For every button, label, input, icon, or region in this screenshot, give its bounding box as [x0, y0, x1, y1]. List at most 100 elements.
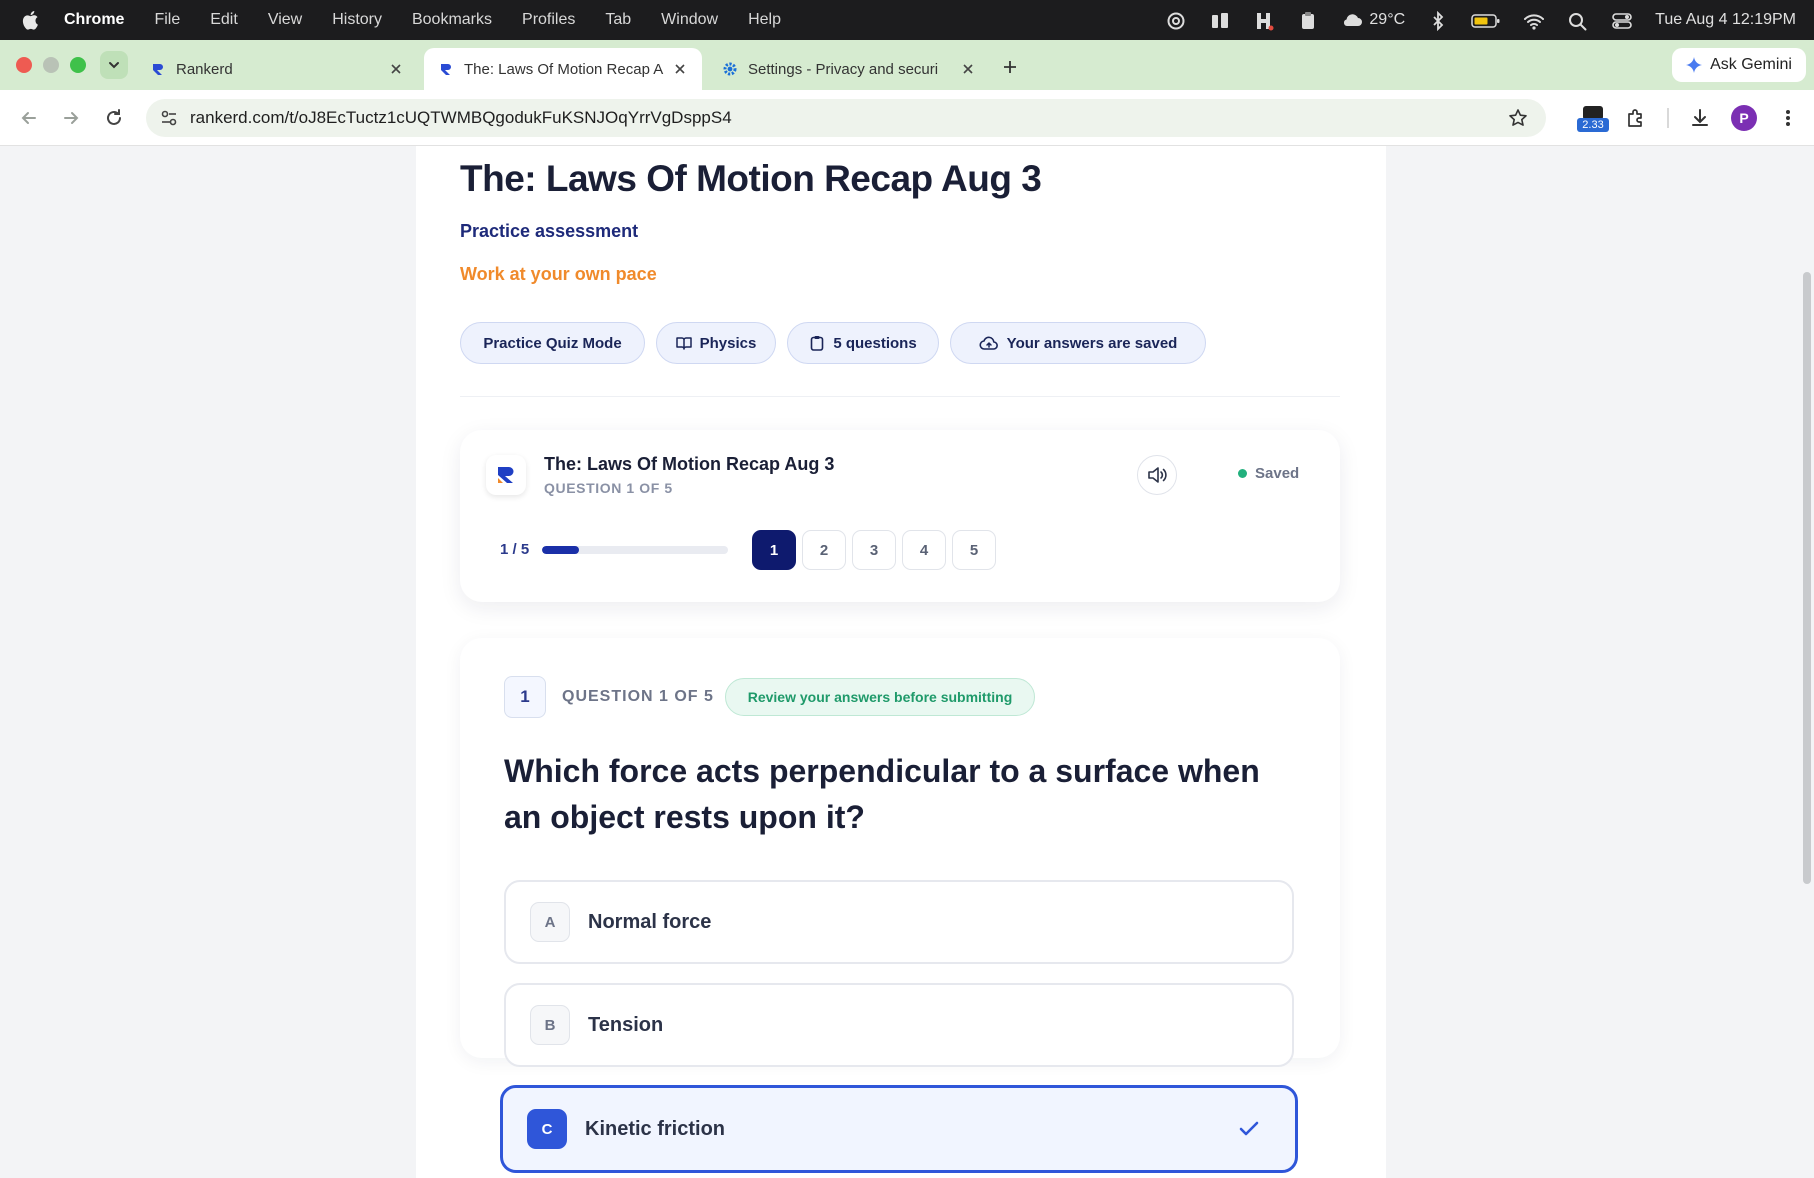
menu-app-name[interactable]: Chrome [64, 11, 124, 29]
menu-view[interactable]: View [268, 11, 302, 29]
people-icon[interactable] [1209, 11, 1231, 29]
menu-tab[interactable]: Tab [605, 11, 631, 29]
pace-note: Work at your own pace [460, 264, 657, 284]
close-icon[interactable] [388, 61, 404, 77]
ask-gemini-button[interactable]: Ask Gemini [1672, 48, 1806, 82]
answer-option-b[interactable]: B Tension [504, 983, 1294, 1067]
question-nav-4[interactable]: 4 [902, 530, 946, 570]
minimize-window-button[interactable] [43, 57, 59, 73]
question-counter: QUESTION 1 OF 5 [562, 688, 714, 705]
question-nav-2[interactable]: 2 [802, 530, 846, 570]
review-reminder-chip: Review your answers before submitting [725, 678, 1035, 716]
scrollbar-thumb[interactable] [1803, 272, 1811, 884]
toolbar-divider [1667, 108, 1669, 128]
forward-button[interactable] [58, 105, 84, 131]
macos-menu-bar: Chrome File Edit View History Bookmarks … [0, 0, 1814, 40]
gear-icon [722, 61, 738, 77]
tab-rankerd[interactable]: Rankerd [136, 48, 418, 90]
menu-file[interactable]: File [154, 11, 180, 29]
new-tab-button[interactable] [998, 55, 1022, 79]
close-icon[interactable] [672, 61, 688, 77]
progress-bar-fill [542, 546, 580, 554]
question-text: Which force acts perpendicular to a surf… [504, 753, 1260, 835]
address-bar[interactable]: rankerd.com/t/oJ8EcTuctz1cUQTWMBQgodukFu… [146, 99, 1546, 137]
tab-search-button[interactable] [100, 51, 128, 79]
menu-help[interactable]: Help [748, 11, 781, 29]
plus-icon [1002, 59, 1018, 75]
extensions-puzzle-icon[interactable] [1622, 104, 1650, 132]
checkmark-icon [1237, 1117, 1261, 1141]
bookmark-star-icon[interactable] [1506, 106, 1530, 130]
clipboard-app-icon[interactable] [1297, 11, 1319, 29]
menu-history[interactable]: History [332, 11, 382, 29]
control-center-icon[interactable] [1611, 11, 1633, 29]
extension-badge-button[interactable]: 2.33 [1577, 106, 1609, 132]
tab-title: The: Laws Of Motion Recap A [464, 60, 664, 78]
url-text[interactable]: rankerd.com/t/oJ8EcTuctz1cUQTWMBQgodukFu… [190, 108, 1506, 128]
scrollbar-track[interactable] [1800, 146, 1814, 1178]
close-window-button[interactable] [16, 57, 32, 73]
progress-bar [542, 546, 728, 554]
progress-label: 1 / 5 [500, 541, 530, 558]
answer-option-c[interactable]: C Kinetic friction [500, 1085, 1298, 1173]
more-menu-icon[interactable] [1774, 104, 1802, 132]
menu-edit[interactable]: Edit [210, 11, 238, 29]
menu-window[interactable]: Window [661, 11, 718, 29]
speaker-icon [1147, 466, 1167, 484]
mode-chip-label: Practice Quiz Mode [483, 334, 622, 352]
arrow-left-icon [19, 108, 39, 128]
menu-profiles[interactable]: Profiles [522, 11, 575, 29]
option-letter: C [527, 1109, 567, 1149]
cloud-icon [1341, 12, 1363, 28]
reload-button[interactable] [101, 105, 127, 131]
battery-icon[interactable] [1471, 11, 1501, 29]
weather-temp: 29°C [1369, 11, 1406, 28]
downloads-icon[interactable] [1686, 104, 1714, 132]
cloud-upload-icon [979, 335, 999, 351]
status-area: 29°C Tue Aug 4 12:19PM [1165, 0, 1796, 40]
mode-chip: Practice Quiz Mode [460, 322, 645, 364]
tab-title: Rankerd [176, 60, 233, 78]
saved-status-label: Saved [1255, 465, 1300, 482]
arrow-right-icon [61, 108, 81, 128]
question-number-badge: 1 [504, 676, 546, 718]
weather-status[interactable]: 29°C [1341, 11, 1405, 29]
autosave-chip: Your answers are saved [950, 322, 1206, 364]
question-nav-3[interactable]: 3 [852, 530, 896, 570]
read-aloud-button[interactable] [1137, 455, 1177, 495]
h-app-icon[interactable] [1253, 11, 1275, 31]
question-count-chip: 5 questions [787, 322, 939, 364]
extension-badge-count: 2.33 [1577, 118, 1609, 132]
rankerd-logo [486, 455, 526, 495]
menu-bookmarks[interactable]: Bookmarks [412, 11, 492, 29]
profile-avatar[interactable]: P [1731, 105, 1757, 131]
openai-icon[interactable] [1165, 11, 1187, 30]
wifi-icon[interactable] [1523, 11, 1545, 30]
back-button[interactable] [16, 105, 42, 131]
saved-status: Saved [1238, 465, 1299, 482]
zoom-window-button[interactable] [70, 57, 86, 73]
tab-title: Settings - Privacy and securi [748, 60, 939, 78]
spotlight-search-icon[interactable] [1567, 11, 1589, 31]
section-divider [460, 396, 1340, 397]
apple-icon[interactable] [22, 9, 44, 31]
gemini-sparkle-icon [1686, 57, 1703, 73]
site-settings-icon[interactable] [158, 107, 180, 129]
saved-dot-icon [1238, 469, 1247, 478]
bluetooth-icon[interactable] [1427, 10, 1449, 32]
subject-chip: Physics [656, 322, 776, 364]
tab-settings[interactable]: Settings - Privacy and securi [708, 48, 990, 90]
rankerd-favicon [438, 61, 454, 77]
clock[interactable]: Tue Aug 4 12:19PM [1655, 11, 1796, 29]
answer-option-a[interactable]: A Normal force [504, 880, 1294, 964]
option-letter: B [530, 1005, 570, 1045]
tab-laws-of-motion[interactable]: The: Laws Of Motion Recap A [424, 48, 702, 90]
option-text: Kinetic friction [585, 1117, 726, 1140]
close-icon[interactable] [960, 61, 976, 77]
reload-icon [104, 108, 124, 128]
option-letter: A [530, 902, 570, 942]
question-nav-5[interactable]: 5 [952, 530, 996, 570]
autosave-label: Your answers are saved [1006, 334, 1178, 352]
chevron-down-icon [107, 58, 121, 72]
question-nav-1[interactable]: 1 [752, 530, 796, 570]
